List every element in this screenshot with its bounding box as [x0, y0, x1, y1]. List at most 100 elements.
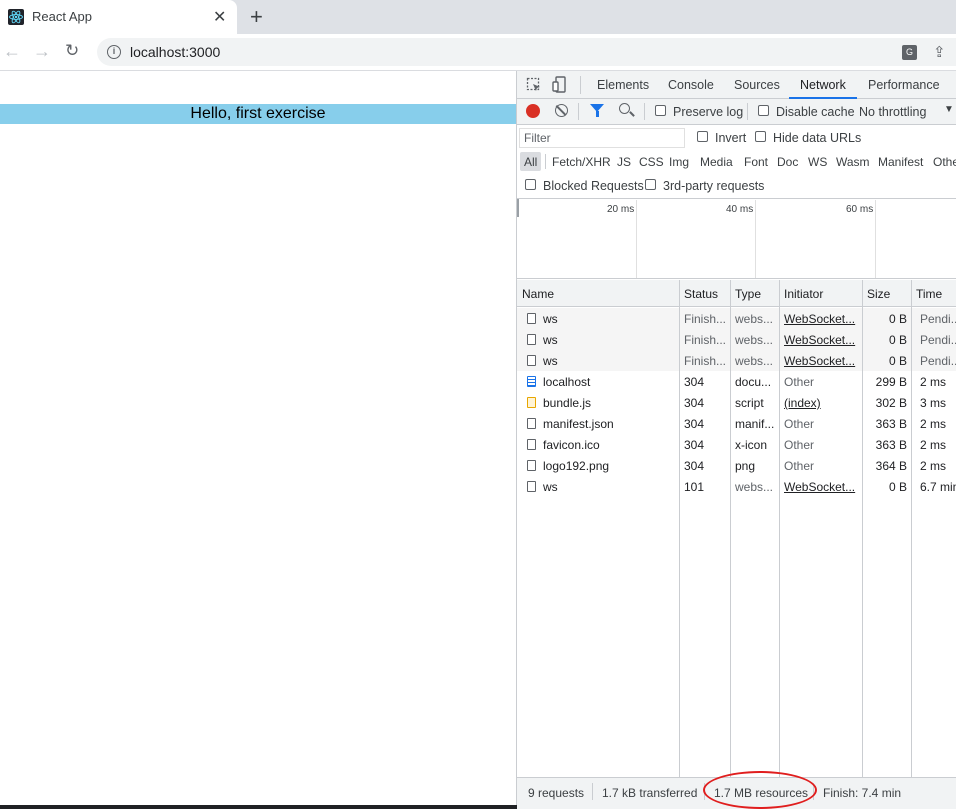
translate-icon[interactable]: G	[902, 45, 917, 60]
type-filter-css[interactable]: CSS	[639, 155, 664, 169]
tab-elements[interactable]: Elements	[597, 78, 649, 92]
cell-type: png	[735, 459, 756, 473]
file-icon	[527, 418, 536, 429]
file-icon	[527, 439, 536, 450]
timeline-gridline	[755, 200, 756, 278]
cell-initiator[interactable]: WebSocket...	[784, 354, 860, 368]
throttling-select[interactable]: No throttling	[859, 105, 926, 119]
type-filter-fetch-xhr[interactable]: Fetch/XHR	[552, 155, 611, 169]
cell-name: localhost	[543, 375, 591, 389]
blocked-requests-checkbox[interactable]	[525, 179, 536, 190]
invert-checkbox[interactable]	[697, 131, 708, 142]
cell-status: Finish...	[684, 312, 727, 326]
type-filter-doc[interactable]: Doc	[777, 155, 798, 169]
column-header-initiator[interactable]: Initiator	[784, 287, 823, 301]
reload-icon[interactable]: ↻	[65, 41, 79, 61]
cell-type: manif...	[735, 417, 775, 431]
url-text[interactable]: localhost:3000	[130, 44, 220, 60]
requests-count: 9 requests	[528, 786, 585, 800]
inspect-element-icon[interactable]	[526, 77, 542, 93]
cell-name: manifest.json	[543, 417, 614, 431]
cell-status: 304	[684, 438, 705, 452]
site-info-icon[interactable]: i	[107, 45, 121, 59]
forward-arrow-icon[interactable]: →	[33, 41, 51, 62]
blocked-requests-label: Blocked Requests	[543, 179, 644, 193]
tab-console[interactable]: Console	[668, 78, 714, 92]
divider	[580, 76, 581, 94]
cell-status: 101	[684, 480, 705, 494]
cell-initiator[interactable]: WebSocket...	[784, 480, 860, 494]
back-arrow-icon[interactable]: ←	[3, 41, 21, 62]
type-filter-other[interactable]: Othe	[933, 155, 956, 169]
column-header-name[interactable]: Name	[522, 287, 554, 301]
type-filter-manifest[interactable]: Manifest	[878, 155, 923, 169]
column-header-size[interactable]: Size	[867, 287, 890, 301]
type-filter-media[interactable]: Media	[700, 155, 733, 169]
clear-icon[interactable]	[555, 104, 568, 117]
cell-initiator[interactable]: (index)	[784, 396, 860, 410]
cell-name: logo192.png	[543, 459, 610, 473]
cell-size: 0 B	[888, 480, 907, 494]
tab-performance[interactable]: Performance	[868, 78, 940, 92]
type-filter-js[interactable]: JS	[617, 155, 631, 169]
file-icon	[527, 334, 536, 345]
file-icon	[527, 460, 536, 471]
tab-title: React App	[32, 9, 92, 24]
hide-data-urls-label: Hide data URLs	[773, 131, 862, 145]
new-tab-icon[interactable]: +	[250, 4, 263, 30]
highlight-ellipse-annotation	[703, 771, 817, 809]
column-divider	[730, 280, 731, 777]
cell-initiator: Other	[784, 438, 815, 452]
cell-name: ws	[543, 354, 558, 368]
search-icon[interactable]	[619, 103, 630, 114]
chevron-down-icon[interactable]: ▼	[944, 104, 954, 115]
timeline-gridline	[636, 200, 637, 278]
tab-network[interactable]: Network	[800, 78, 846, 92]
cell-type: webs...	[735, 333, 774, 347]
type-filter-ws[interactable]: WS	[808, 155, 827, 169]
filter-placeholder: Filter	[524, 131, 551, 145]
disable-cache-checkbox[interactable]	[758, 105, 769, 116]
cell-type: x-icon	[735, 438, 768, 452]
address-bar[interactable]	[97, 38, 956, 66]
cell-size: 364 B	[875, 459, 907, 473]
column-header-status[interactable]: Status	[684, 287, 718, 301]
divider	[545, 154, 546, 169]
cell-status: 304	[684, 396, 705, 410]
cell-time: Pendi...	[920, 354, 956, 368]
filter-icon-stem	[596, 111, 599, 117]
file-icon	[527, 355, 536, 366]
timeline-tick-label: 20 ms	[607, 204, 635, 215]
column-header-type[interactable]: Type	[735, 287, 761, 301]
close-tab-icon[interactable]: ✕	[213, 7, 226, 27]
divider	[644, 103, 645, 120]
cell-initiator[interactable]: WebSocket...	[784, 333, 860, 347]
cell-time: Pendi...	[920, 333, 956, 347]
cell-name: ws	[543, 312, 558, 326]
cell-size: 363 B	[875, 438, 907, 452]
timeline-start-marker	[517, 199, 519, 217]
third-party-checkbox[interactable]	[645, 179, 656, 190]
record-icon[interactable]	[526, 104, 540, 118]
hide-data-urls-checkbox[interactable]	[755, 131, 766, 142]
tab-sources[interactable]: Sources	[734, 78, 780, 92]
cell-status: 304	[684, 375, 705, 389]
cell-status: 304	[684, 459, 705, 473]
divider	[578, 103, 579, 120]
share-icon[interactable]: ⇪	[933, 43, 946, 61]
file-icon	[527, 481, 536, 492]
cell-initiator[interactable]: WebSocket...	[784, 312, 860, 326]
divider	[747, 103, 748, 120]
cell-name: favicon.ico	[543, 438, 600, 452]
column-divider	[862, 280, 863, 777]
device-toolbar-icon[interactable]	[552, 76, 568, 93]
type-filter-img[interactable]: Img	[669, 155, 689, 169]
timeline-gridline	[875, 200, 876, 278]
type-filter-font[interactable]: Font	[744, 155, 768, 169]
preserve-log-checkbox[interactable]	[655, 105, 666, 116]
column-divider	[779, 280, 780, 777]
type-filter-wasm[interactable]: Wasm	[836, 155, 870, 169]
type-filter-all[interactable]: All	[524, 155, 537, 169]
cell-time: 2 ms	[920, 417, 947, 431]
column-header-time[interactable]: Time	[916, 287, 942, 301]
